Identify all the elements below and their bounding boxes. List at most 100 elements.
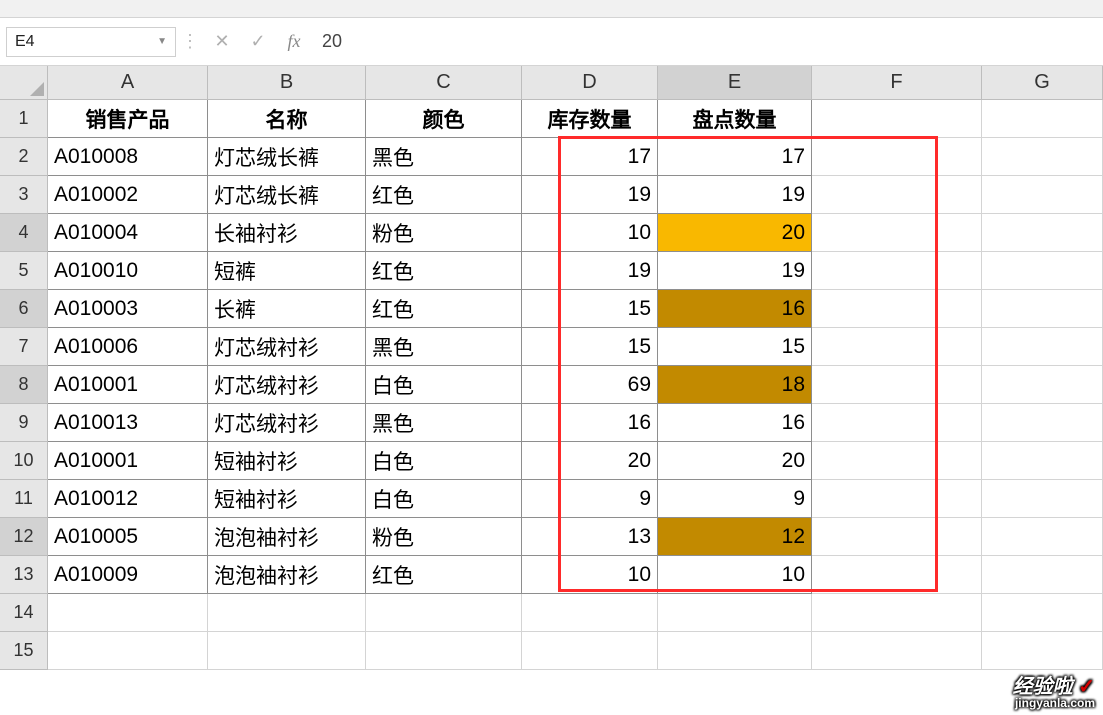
cell[interactable]: 17 bbox=[522, 138, 658, 176]
row-head[interactable]: 3 bbox=[0, 176, 48, 214]
header-cell[interactable]: 名称 bbox=[208, 100, 366, 138]
row-head[interactable]: 13 bbox=[0, 556, 48, 594]
cell[interactable]: 长裤 bbox=[208, 290, 366, 328]
cell[interactable]: 白色 bbox=[366, 366, 522, 404]
col-head-B[interactable]: B bbox=[208, 66, 366, 100]
col-head-D[interactable]: D bbox=[522, 66, 658, 100]
cell[interactable]: A010002 bbox=[48, 176, 208, 214]
cell-empty[interactable] bbox=[812, 518, 982, 556]
cell[interactable]: 红色 bbox=[366, 556, 522, 594]
cell[interactable]: 19 bbox=[522, 176, 658, 214]
row-head[interactable]: 7 bbox=[0, 328, 48, 366]
header-cell[interactable]: 颜色 bbox=[366, 100, 522, 138]
cell[interactable]: 黑色 bbox=[366, 404, 522, 442]
cell[interactable]: 灯芯绒衬衫 bbox=[208, 366, 366, 404]
cell[interactable]: 粉色 bbox=[366, 214, 522, 252]
cell[interactable]: 灯芯绒长裤 bbox=[208, 138, 366, 176]
row-head[interactable]: 2 bbox=[0, 138, 48, 176]
header-cell[interactable]: 库存数量 bbox=[522, 100, 658, 138]
cell-empty[interactable] bbox=[982, 214, 1103, 252]
cell[interactable]: A010008 bbox=[48, 138, 208, 176]
fx-icon[interactable]: fx bbox=[276, 31, 312, 52]
cell-empty[interactable] bbox=[812, 252, 982, 290]
cell-empty[interactable] bbox=[982, 632, 1103, 670]
spreadsheet-grid[interactable]: A B C D E F G 1 销售产品 名称 颜色 库存数量 盘点数量 2A0… bbox=[0, 66, 1103, 670]
cell-empty[interactable] bbox=[812, 556, 982, 594]
cell[interactable]: 黑色 bbox=[366, 138, 522, 176]
cell-empty[interactable] bbox=[982, 252, 1103, 290]
cancel-icon[interactable]: ✕ bbox=[204, 31, 240, 52]
cell-empty[interactable] bbox=[982, 480, 1103, 518]
col-head-G[interactable]: G bbox=[982, 66, 1103, 100]
cell-empty[interactable] bbox=[812, 290, 982, 328]
cell-empty[interactable] bbox=[812, 632, 982, 670]
cell-empty[interactable] bbox=[982, 176, 1103, 214]
cell-empty[interactable] bbox=[982, 138, 1103, 176]
cell[interactable]: 15 bbox=[522, 290, 658, 328]
cell[interactable]: 15 bbox=[522, 328, 658, 366]
cell-empty[interactable] bbox=[982, 594, 1103, 632]
cell-empty[interactable] bbox=[982, 556, 1103, 594]
cell[interactable]: 红色 bbox=[366, 176, 522, 214]
cell-empty[interactable] bbox=[812, 100, 982, 138]
header-cell[interactable]: 销售产品 bbox=[48, 100, 208, 138]
cell-empty[interactable] bbox=[812, 442, 982, 480]
cell[interactable]: 16 bbox=[658, 290, 812, 328]
cell[interactable]: 10 bbox=[522, 556, 658, 594]
row-head[interactable]: 9 bbox=[0, 404, 48, 442]
cell[interactable]: A010003 bbox=[48, 290, 208, 328]
name-box[interactable]: E4 ▼ bbox=[6, 27, 176, 57]
row-head[interactable]: 15 bbox=[0, 632, 48, 670]
cell[interactable]: 灯芯绒衬衫 bbox=[208, 328, 366, 366]
cell[interactable]: 20 bbox=[658, 214, 812, 252]
cell[interactable]: 9 bbox=[658, 480, 812, 518]
cell[interactable]: 69 bbox=[522, 366, 658, 404]
cell[interactable]: 16 bbox=[522, 404, 658, 442]
cell-empty[interactable] bbox=[982, 404, 1103, 442]
cell[interactable]: A010001 bbox=[48, 442, 208, 480]
row-head[interactable]: 10 bbox=[0, 442, 48, 480]
row-head[interactable]: 4 bbox=[0, 214, 48, 252]
select-all-corner[interactable] bbox=[0, 66, 48, 100]
cell-empty[interactable] bbox=[812, 480, 982, 518]
cell[interactable]: 短袖衬衫 bbox=[208, 442, 366, 480]
cell-empty[interactable] bbox=[812, 328, 982, 366]
cell-empty[interactable] bbox=[982, 518, 1103, 556]
cell[interactable]: 灯芯绒衬衫 bbox=[208, 404, 366, 442]
col-head-A[interactable]: A bbox=[48, 66, 208, 100]
cell[interactable]: 泡泡袖衬衫 bbox=[208, 556, 366, 594]
row-head[interactable]: 5 bbox=[0, 252, 48, 290]
cell[interactable]: 19 bbox=[658, 252, 812, 290]
col-head-F[interactable]: F bbox=[812, 66, 982, 100]
row-head[interactable]: 11 bbox=[0, 480, 48, 518]
cell[interactable]: A010013 bbox=[48, 404, 208, 442]
cell[interactable]: 20 bbox=[522, 442, 658, 480]
cell-empty[interactable] bbox=[982, 366, 1103, 404]
formula-input[interactable] bbox=[312, 27, 1103, 57]
cell[interactable]: 黑色 bbox=[366, 328, 522, 366]
row-head[interactable]: 8 bbox=[0, 366, 48, 404]
cell[interactable]: 15 bbox=[658, 328, 812, 366]
cell[interactable]: 10 bbox=[522, 214, 658, 252]
cell-empty[interactable] bbox=[522, 594, 658, 632]
cell[interactable]: 10 bbox=[658, 556, 812, 594]
cell[interactable]: 灯芯绒长裤 bbox=[208, 176, 366, 214]
cell[interactable]: 18 bbox=[658, 366, 812, 404]
cell[interactable]: 19 bbox=[522, 252, 658, 290]
cell-empty[interactable] bbox=[982, 442, 1103, 480]
cell-empty[interactable] bbox=[812, 366, 982, 404]
cell[interactable]: A010004 bbox=[48, 214, 208, 252]
accept-icon[interactable]: ✓ bbox=[240, 31, 276, 52]
cell[interactable]: 16 bbox=[658, 404, 812, 442]
row-head-1[interactable]: 1 bbox=[0, 100, 48, 138]
cell[interactable]: 12 bbox=[658, 518, 812, 556]
cell-empty[interactable] bbox=[982, 100, 1103, 138]
cell-empty[interactable] bbox=[522, 632, 658, 670]
cell-empty[interactable] bbox=[812, 214, 982, 252]
cell-empty[interactable] bbox=[982, 290, 1103, 328]
cell-empty[interactable] bbox=[208, 594, 366, 632]
cell-empty[interactable] bbox=[982, 328, 1103, 366]
cell-empty[interactable] bbox=[658, 632, 812, 670]
cell[interactable]: A010009 bbox=[48, 556, 208, 594]
cell[interactable]: 17 bbox=[658, 138, 812, 176]
